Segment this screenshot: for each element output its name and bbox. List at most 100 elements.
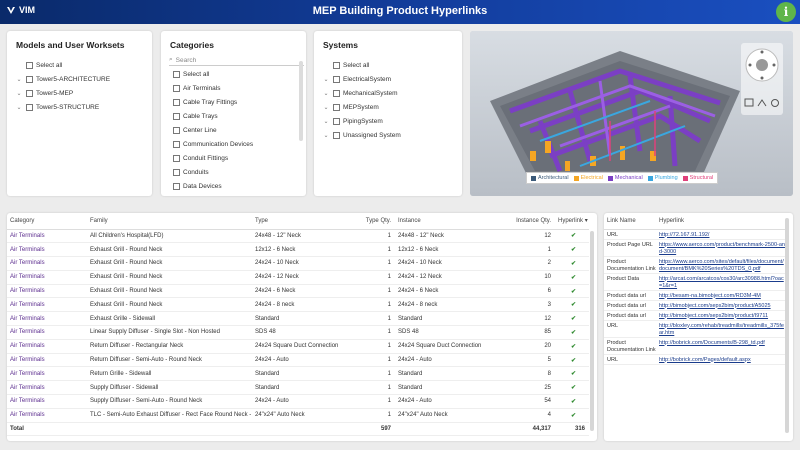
hyperlink[interactable]: https://www.aerco.com/sites/default/file…	[659, 259, 784, 272]
tree-item-system[interactable]: ⌄ MechanicalSystem	[322, 86, 456, 100]
cell-category[interactable]: Air Terminals	[7, 311, 87, 327]
checkbox[interactable]	[26, 89, 33, 97]
hyperlink-check-icon[interactable]: ✔	[555, 394, 589, 409]
table-row[interactable]: Air Terminals Exhaust Grill - Round Neck 1…	[7, 242, 589, 258]
category-item[interactable]: Data Devices	[173, 179, 296, 193]
table-row[interactable]: Air Terminals Return Diffuser - Semi-Auto…	[7, 353, 589, 368]
hyperlink-check-icon[interactable]: ✔	[555, 311, 589, 327]
checkbox[interactable]	[173, 70, 180, 78]
checkbox[interactable]	[173, 126, 180, 134]
checkbox[interactable]	[173, 98, 180, 106]
tree-item-mep[interactable]: ⌄ Tower5-MEP	[15, 86, 146, 100]
link-table-scrollbar[interactable]	[785, 218, 789, 433]
hyperlink-check-icon[interactable]: ✔	[555, 297, 589, 313]
chevron-down-icon[interactable]: ⌄	[322, 76, 330, 83]
hyperlink-check-icon[interactable]: ✔	[555, 353, 589, 368]
chevron-down-icon[interactable]: ⌄	[15, 76, 23, 83]
category-search-field[interactable]: ⌕ Search	[169, 55, 304, 66]
cell-category[interactable]: Air Terminals	[7, 380, 87, 396]
tree-item-architecture[interactable]: ⌄ Tower5-ARCHITECTURE	[15, 72, 146, 86]
models-select-all[interactable]: Select all	[15, 58, 146, 72]
hyperlink[interactable]: http://72.167.91.192/	[659, 232, 709, 238]
hyperlink[interactable]: https://www.aerco.com/product/benchmark-…	[659, 242, 785, 255]
cell-category[interactable]: Air Terminals	[7, 366, 87, 382]
cell-category[interactable]: Air Terminals	[7, 242, 87, 258]
hyperlink-check-icon[interactable]: ✔	[555, 270, 589, 285]
column-header-instance-qty[interactable]: Instance Qty.	[503, 213, 555, 230]
info-icon[interactable]: i	[776, 2, 796, 22]
hyperlink-check-icon[interactable]: ✔	[555, 229, 589, 244]
column-header-type[interactable]: Type	[252, 213, 359, 230]
column-header-family[interactable]: Family	[87, 213, 252, 230]
category-item[interactable]: Conduit Fittings	[173, 151, 296, 165]
table-row[interactable]: Air Terminals Exhaust Grill - Round Neck 2…	[7, 297, 589, 313]
cell-category[interactable]: Air Terminals	[7, 408, 87, 423]
column-header-link-name[interactable]: Link Name	[604, 213, 656, 230]
column-header-hyperlink[interactable]: Hyperlink	[656, 213, 785, 230]
systems-select-all[interactable]: Select all	[322, 58, 456, 72]
column-header-instance[interactable]: Instance	[395, 213, 503, 230]
checkbox[interactable]	[333, 75, 340, 83]
table-row[interactable]: Air Terminals Return Grille - Sidewall Sta…	[7, 366, 589, 382]
tree-item-structure[interactable]: ⌄ Tower5-STRUCTURE	[15, 100, 146, 114]
column-header-type-qty[interactable]: Type Qty.	[359, 213, 395, 230]
hyperlink[interactable]: http://bobrick.com/Pages/default.aspx	[659, 357, 751, 363]
table-row[interactable]: Air Terminals Exhaust Grill - Round Neck 2…	[7, 256, 589, 271]
checkbox[interactable]	[26, 103, 33, 111]
tree-item-system[interactable]: ⌄ PipingSystem	[322, 114, 456, 128]
table-row[interactable]: Air Terminals Return Diffuser - Rectangul…	[7, 339, 589, 354]
cell-category[interactable]: Air Terminals	[7, 229, 87, 244]
nav-controls[interactable]	[741, 43, 783, 115]
search-input[interactable]: Search	[176, 57, 197, 64]
checkbox[interactable]	[173, 168, 180, 176]
cell-category[interactable]: Air Terminals	[7, 339, 87, 354]
column-header-category[interactable]: Category	[7, 213, 87, 230]
category-item[interactable]: Select all	[173, 67, 296, 81]
table-row[interactable]: Air Terminals Supply Diffuser - Semi-Auto…	[7, 394, 589, 409]
hyperlink[interactable]: http://besam-na.bimobject.com/RD3M-4M	[659, 293, 761, 299]
hyperlink-check-icon[interactable]: ✔	[555, 408, 589, 423]
cell-category[interactable]: Air Terminals	[7, 270, 87, 285]
cell-category[interactable]: Air Terminals	[7, 394, 87, 409]
checkbox[interactable]	[333, 131, 340, 139]
hyperlink-check-icon[interactable]: ✔	[555, 284, 589, 299]
chevron-down-icon[interactable]: ⌄	[322, 104, 330, 111]
hyperlink[interactable]: http://bimobject.com/seps2bim/product/A5…	[659, 303, 771, 309]
hyperlink-check-icon[interactable]: ✔	[555, 256, 589, 271]
sort-desc-icon[interactable]: ▾	[585, 218, 588, 224]
table-scrollbar[interactable]	[590, 231, 594, 431]
chevron-down-icon[interactable]: ⌄	[15, 90, 23, 97]
checkbox[interactable]	[173, 140, 180, 148]
category-item[interactable]: Center Line	[173, 123, 296, 137]
hyperlink[interactable]: http://arcat.com/arcatcos/cos30/arc30988…	[659, 276, 784, 289]
checkbox[interactable]	[333, 89, 340, 97]
hyperlink-check-icon[interactable]: ✔	[555, 380, 589, 396]
cell-category[interactable]: Air Terminals	[7, 325, 87, 340]
checkbox[interactable]	[26, 75, 33, 83]
tree-item-system[interactable]: ⌄ MEPSystem	[322, 100, 456, 114]
chevron-down-icon[interactable]: ⌄	[322, 132, 330, 139]
checkbox[interactable]	[173, 112, 180, 120]
hyperlink-check-icon[interactable]: ✔	[555, 366, 589, 382]
category-item[interactable]: Cable Trays	[173, 109, 296, 123]
table-row[interactable]: Air Terminals Exhaust Grille - Sidewall St…	[7, 311, 589, 327]
hyperlink[interactable]: http://bloxley.com/rehab/treadmills/trea…	[659, 323, 784, 336]
tree-item-system[interactable]: ⌄ ElectricalSystem	[322, 72, 456, 86]
checkbox[interactable]	[333, 103, 340, 111]
hyperlink[interactable]: http://bobrick.com/Documents/B-298_td.pd…	[659, 340, 765, 346]
categories-scrollbar[interactable]	[299, 61, 303, 141]
chevron-down-icon[interactable]: ⌄	[15, 104, 23, 111]
category-item[interactable]: Conduits	[173, 165, 296, 179]
checkbox[interactable]	[173, 84, 180, 92]
checkbox[interactable]	[173, 182, 180, 190]
cell-category[interactable]: Air Terminals	[7, 284, 87, 299]
tree-item-system[interactable]: ⌄ Unassigned System	[322, 128, 456, 142]
column-header-hyperlink[interactable]: Hyperlink ▾	[555, 213, 589, 230]
navigation-cube[interactable]	[741, 43, 783, 115]
table-row[interactable]: Air Terminals Supply Diffuser - Sidewall S…	[7, 380, 589, 396]
checkbox[interactable]	[333, 117, 340, 125]
table-row[interactable]: Air Terminals Linear Supply Diffuser - Si…	[7, 325, 589, 340]
checkbox[interactable]	[333, 61, 340, 69]
chevron-down-icon[interactable]: ⌄	[322, 118, 330, 125]
model-viewer[interactable]: Architectural Electrical Mechanical Plum…	[470, 31, 793, 196]
